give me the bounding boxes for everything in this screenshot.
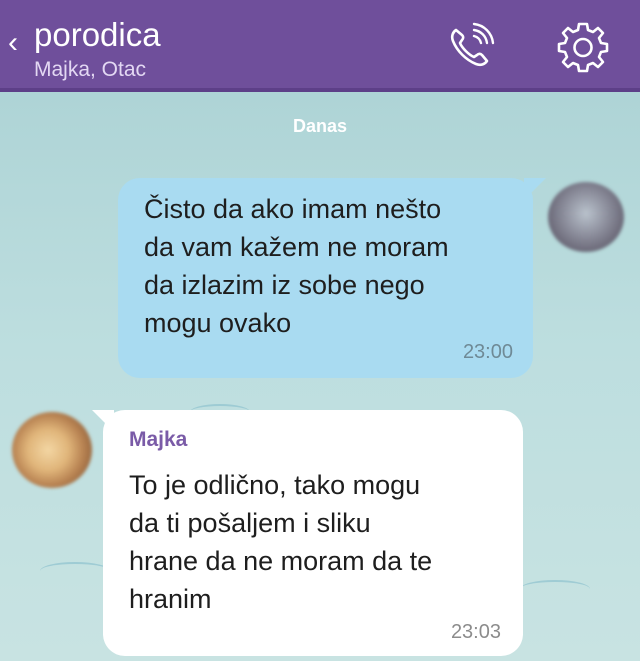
date-divider: Danas <box>292 116 348 136</box>
message-timestamp: 23:00 <box>462 341 513 363</box>
message-timestamp: 23:03 <box>450 621 501 643</box>
avatar-sender[interactable] <box>12 412 92 488</box>
chat-participants[interactable]: Majka, Otac <box>34 58 146 82</box>
message-text: Čisto da ako imam nešto da vam kažem ne … <box>144 194 449 338</box>
sender-name: Majka <box>129 428 188 451</box>
chat-header: ‹ porodica Majka, Otac <box>0 0 640 92</box>
outgoing-message-bubble[interactable]: Čisto da ako imam nešto da vam kažem ne … <box>118 178 533 378</box>
phone-call-icon[interactable] <box>444 20 498 74</box>
back-icon[interactable]: ‹ <box>8 28 18 58</box>
gear-icon[interactable] <box>555 18 611 74</box>
incoming-message-bubble[interactable]: Majka To je odlično, tako mogu da ti poš… <box>103 410 523 656</box>
message-text: To je odlično, tako mogu da ti pošaljem … <box>129 470 433 614</box>
chat-title[interactable]: porodica <box>34 16 161 54</box>
avatar-self[interactable] <box>548 182 624 252</box>
